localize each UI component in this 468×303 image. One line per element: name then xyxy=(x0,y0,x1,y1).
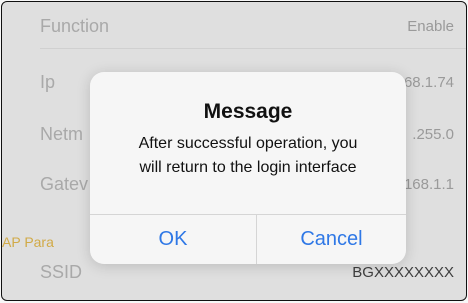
ok-button[interactable]: OK xyxy=(90,215,256,264)
dialog-message: After successful operation, you will ret… xyxy=(104,132,392,180)
message-dialog: Message After successful operation, you … xyxy=(90,72,406,264)
dialog-title: Message xyxy=(203,100,293,123)
cancel-button[interactable]: Cancel xyxy=(257,215,406,264)
settings-screen: Function Enable Ip 68.1.74 Netm .255.0 G… xyxy=(1,1,467,301)
dialog-message-line: will return to the login interface xyxy=(139,159,357,176)
dialog-message-line: After successful operation, you xyxy=(138,135,358,152)
